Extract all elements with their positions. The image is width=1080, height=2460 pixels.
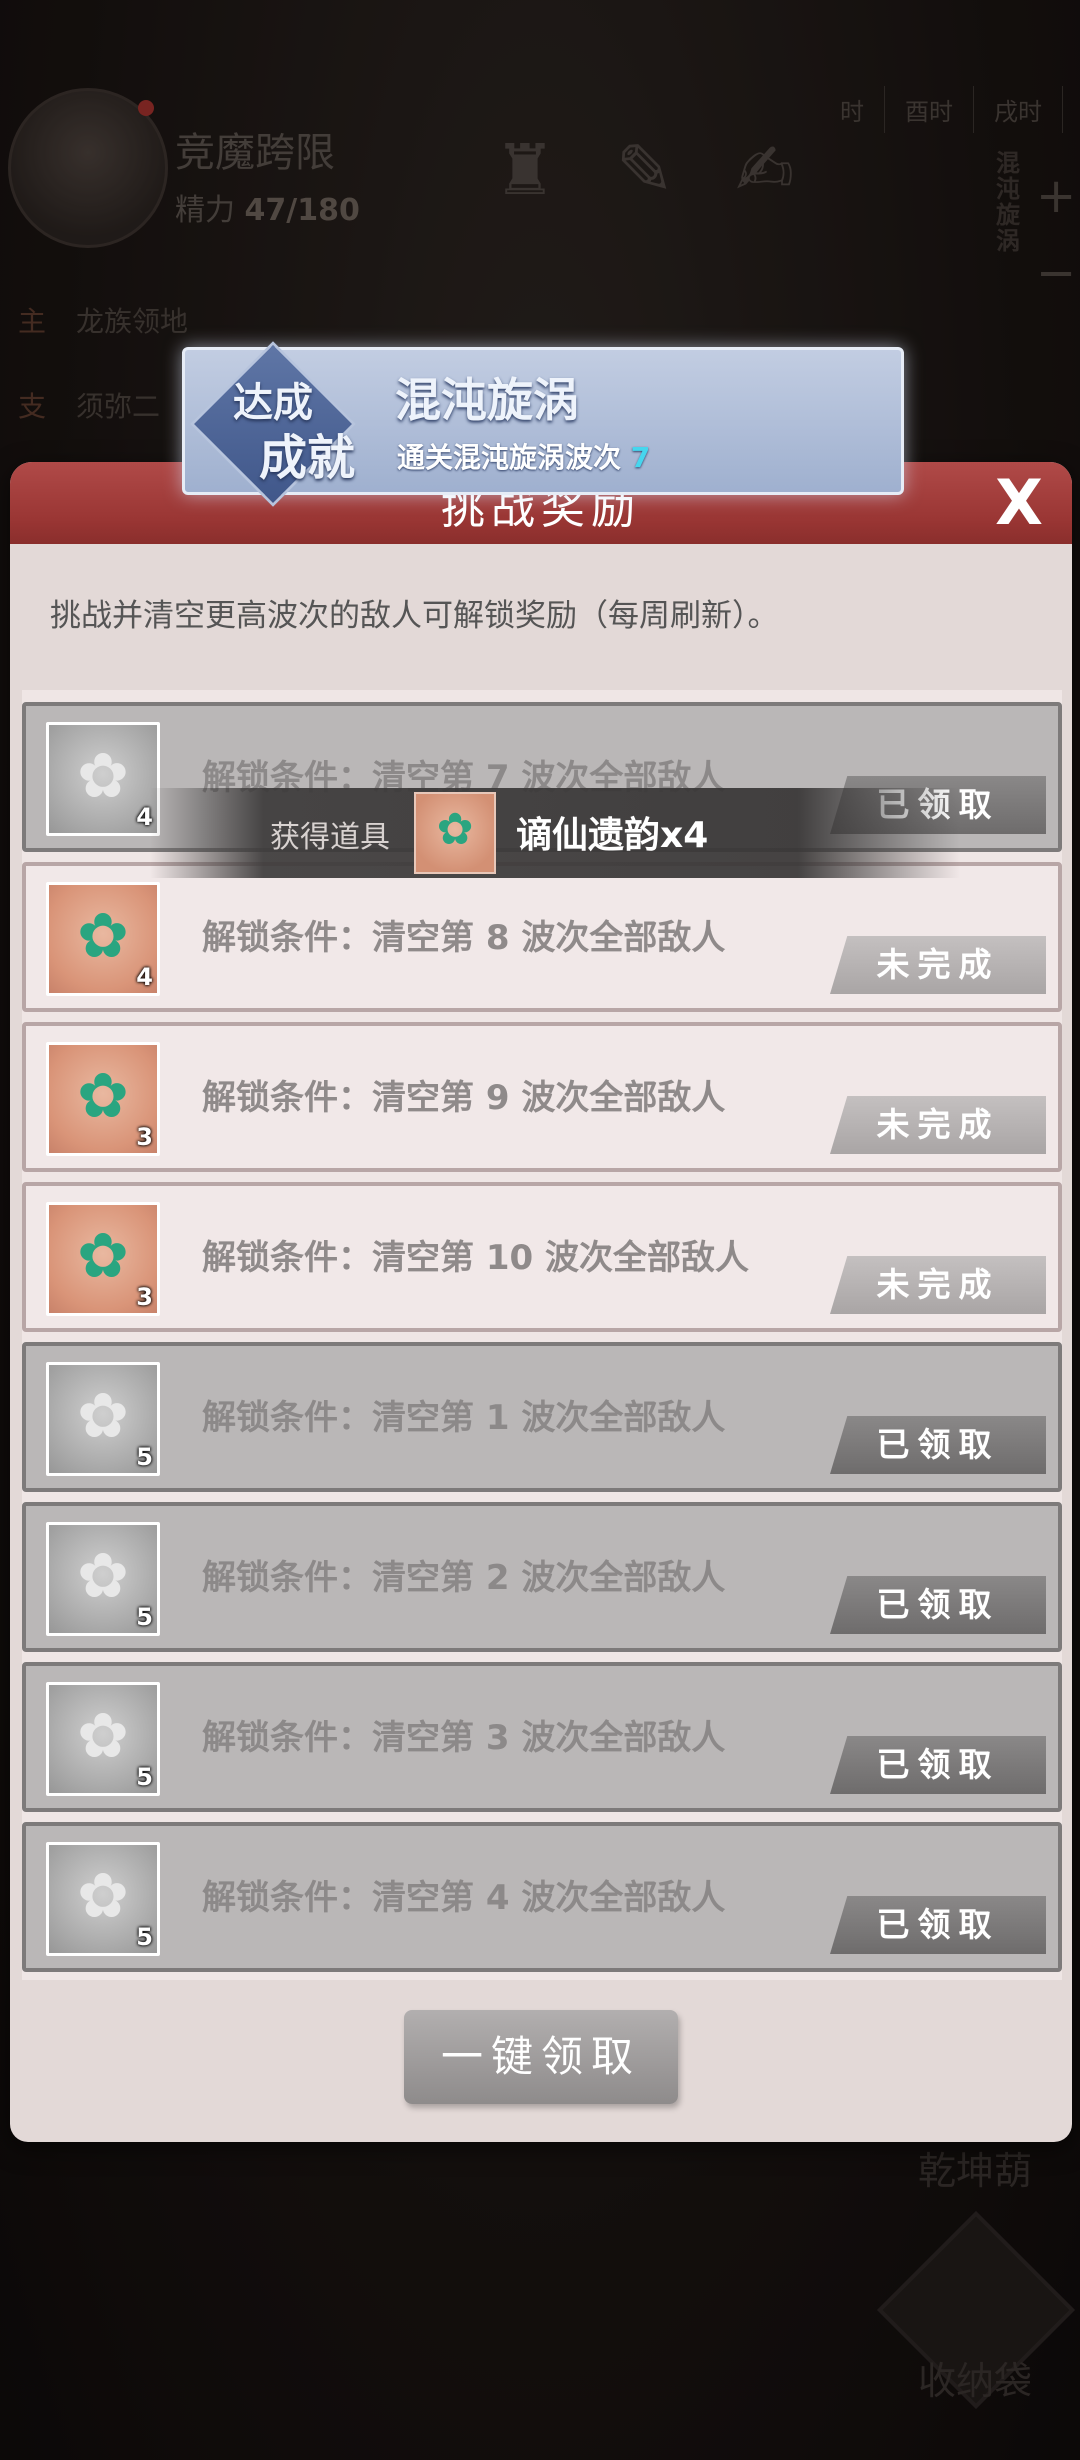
reward-item-slot[interactable]: ✿ 5: [46, 1522, 160, 1636]
reward-row: ✿ 5 解锁条件：清空第 1 波次全部敌人 已领取: [22, 1342, 1062, 1492]
claim-all-button[interactable]: 一键领取: [404, 2010, 678, 2104]
achievement-desc-text: 通关混沌旋涡波次: [397, 441, 622, 474]
toast-item-icon: ✿: [414, 792, 496, 874]
toast-label: 获得道具: [270, 820, 390, 855]
reward-status-button[interactable]: 已领取: [830, 1736, 1046, 1794]
unlock-condition: 解锁条件：清空第 1 波次全部敌人: [202, 1398, 726, 1438]
reward-item-slot[interactable]: ✿ 4: [46, 722, 160, 836]
reward-status-button[interactable]: 未完成: [830, 1256, 1046, 1314]
reward-item-slot[interactable]: ✿ 3: [46, 1202, 160, 1316]
reward-item-slot[interactable]: ✿ 5: [46, 1362, 160, 1476]
reward-item-count: 3: [136, 1283, 153, 1311]
unlock-condition: 解锁条件：清空第 8 波次全部敌人: [202, 918, 726, 958]
reward-status-button[interactable]: 已领取: [830, 1416, 1046, 1474]
panel-description: 挑战并清空更高波次的敌人可解锁奖励（每周刷新）。: [50, 598, 779, 634]
reward-row: ✿ 3 解锁条件：清空第 10 波次全部敌人 未完成: [22, 1182, 1062, 1332]
reward-item-count: 5: [136, 1603, 153, 1631]
crystal-flower-icon: ✿: [77, 899, 129, 972]
achievement-desc: 通关混沌旋涡波次 7: [397, 436, 650, 476]
reward-item-count: 5: [136, 1923, 153, 1951]
unlock-condition: 解锁条件：清空第 4 波次全部敌人: [202, 1878, 726, 1918]
reward-row: ✿ 5 解锁条件：清空第 2 波次全部敌人 已领取: [22, 1502, 1062, 1652]
reward-status-button[interactable]: 已领取: [830, 1576, 1046, 1634]
close-button[interactable]: X: [984, 468, 1054, 538]
reward-item-count: 5: [136, 1443, 153, 1471]
reward-item-count: 5: [136, 1763, 153, 1791]
reward-item-count: 3: [136, 1123, 153, 1151]
reward-status-button[interactable]: 未完成: [830, 1096, 1046, 1154]
reward-row: ✿ 5 解锁条件：清空第 3 波次全部敌人 已领取: [22, 1662, 1062, 1812]
achievement-banner: 达成 成就 混沌旋涡 通关混沌旋涡波次 7: [182, 341, 904, 507]
reward-row: ✿ 4 解锁条件：清空第 8 波次全部敌人 未完成: [22, 862, 1062, 1012]
reward-item-slot[interactable]: ✿ 4: [46, 882, 160, 996]
crystal-flower-icon: ✿: [77, 1859, 129, 1932]
reward-status-button[interactable]: 未完成: [830, 936, 1046, 994]
reward-item-slot[interactable]: ✿ 5: [46, 1842, 160, 1956]
reward-item-slot[interactable]: ✿ 3: [46, 1042, 160, 1156]
unlock-condition: 解锁条件：清空第 2 波次全部敌人: [202, 1558, 726, 1598]
achievement-desc-value: 7: [630, 441, 651, 474]
achievement-badge-line2: 成就: [259, 430, 356, 486]
crystal-flower-icon: ✿: [436, 804, 474, 855]
crystal-flower-icon: ✿: [77, 1699, 129, 1772]
crystal-flower-icon: ✿: [77, 1539, 129, 1612]
unlock-condition: 解锁条件：清空第 10 波次全部敌人: [202, 1238, 749, 1278]
crystal-flower-icon: ✿: [77, 1379, 129, 1452]
challenge-reward-panel: 挑战奖励 X 挑战并清空更高波次的敌人可解锁奖励（每周刷新）。 ✿ 4 解锁条件：清…: [10, 462, 1072, 2142]
crystal-flower-icon: ✿: [77, 1059, 129, 1132]
crystal-flower-icon: ✿: [77, 739, 129, 812]
reward-status-button[interactable]: 已领取: [830, 1896, 1046, 1954]
reward-item-count: 4: [136, 963, 153, 991]
crystal-flower-icon: ✿: [77, 1219, 129, 1292]
achievement-title: 混沌旋涡: [395, 373, 579, 427]
item-obtained-toast: 获得道具 ✿ 谪仙遗韵x4: [150, 788, 960, 878]
reward-item-slot[interactable]: ✿ 5: [46, 1682, 160, 1796]
unlock-condition: 解锁条件：清空第 3 波次全部敌人: [202, 1718, 726, 1758]
toast-item-name: 谪仙遗韵x4: [516, 815, 709, 856]
reward-row: ✿ 3 解锁条件：清空第 9 波次全部敌人 未完成: [22, 1022, 1062, 1172]
reward-row: ✿ 5 解锁条件：清空第 4 波次全部敌人 已领取: [22, 1822, 1062, 1972]
unlock-condition: 解锁条件：清空第 9 波次全部敌人: [202, 1078, 726, 1118]
reward-list[interactable]: ✿4解锁条件：清空第 7 波次全部敌人已领取✿4解锁条件：清空第 8 波次全部敌…: [22, 690, 1062, 1980]
